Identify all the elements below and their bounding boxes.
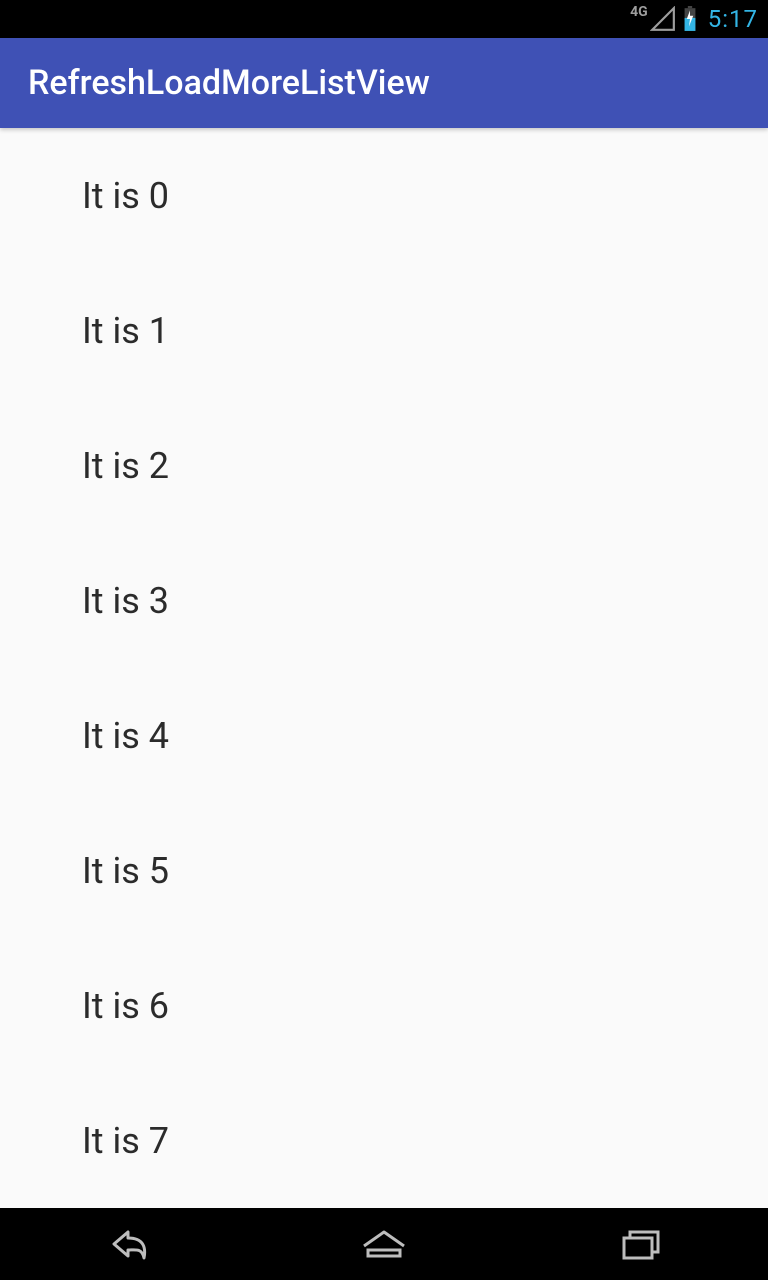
app-bar: RefreshLoadMoreListView: [0, 38, 768, 128]
list-item-label: It is 2: [82, 445, 169, 487]
status-bar: 4G 5:17: [0, 0, 768, 38]
list-item[interactable]: It is 4: [0, 668, 768, 803]
clock: 5:17: [708, 5, 758, 33]
back-button[interactable]: [96, 1224, 160, 1264]
recent-apps-button[interactable]: [608, 1224, 672, 1264]
list-view[interactable]: It is 0 It is 1 It is 2 It is 3 It is 4 …: [0, 128, 768, 1208]
list-container: It is 0 It is 1 It is 2 It is 3 It is 4 …: [0, 128, 768, 1208]
list-item-label: It is 6: [82, 985, 169, 1027]
list-item-label: It is 3: [82, 580, 169, 622]
list-item-label: It is 7: [82, 1120, 169, 1162]
navigation-bar: [0, 1208, 768, 1280]
list-item-label: It is 0: [82, 175, 169, 217]
home-button[interactable]: [352, 1224, 416, 1264]
list-item[interactable]: It is 6: [0, 938, 768, 1073]
list-item[interactable]: It is 2: [0, 398, 768, 533]
app-title: RefreshLoadMoreListView: [28, 63, 430, 103]
list-item[interactable]: It is 1: [0, 263, 768, 398]
list-item[interactable]: It is 0: [0, 128, 768, 263]
battery-charging-icon: [682, 6, 698, 32]
signal-icon: [650, 6, 676, 32]
device-frame: 4G 5:17 RefreshLoadMoreListView It is 0: [0, 0, 768, 1280]
list-item[interactable]: It is 5: [0, 803, 768, 938]
list-item-label: It is 5: [82, 850, 169, 892]
network-type-label: 4G: [630, 4, 648, 20]
list-item[interactable]: It is 7: [0, 1073, 768, 1208]
list-item[interactable]: It is 3: [0, 533, 768, 668]
list-item-label: It is 4: [82, 715, 169, 757]
list-item-label: It is 1: [82, 310, 169, 352]
